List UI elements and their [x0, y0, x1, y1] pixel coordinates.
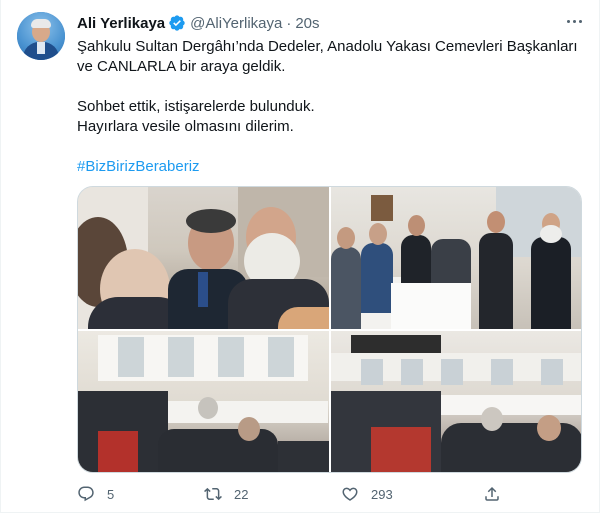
share-button[interactable] — [483, 484, 501, 504]
like-button[interactable]: 293 — [341, 484, 393, 504]
tweet-photo-3[interactable] — [78, 331, 329, 472]
retweet-button[interactable]: 22 — [204, 484, 248, 504]
tweet-photo-4[interactable] — [331, 331, 581, 472]
tweet-timestamp[interactable]: 20s — [295, 15, 319, 32]
verified-badge-icon — [169, 15, 185, 31]
reply-button[interactable]: 5 — [77, 484, 114, 504]
like-count: 293 — [371, 486, 393, 502]
retweet-icon — [204, 487, 222, 501]
author-name[interactable]: Ali Yerlikaya — [77, 15, 165, 32]
tweet-photo-1[interactable] — [78, 187, 329, 329]
tweet-text-line: Sohbet ettik, istişarelerde bulunduk. — [77, 98, 315, 115]
media-grid — [77, 186, 582, 473]
tweet-photo-2[interactable] — [331, 187, 581, 329]
tweet-text-line: ve CANLARLA bir araya geldik. — [77, 58, 286, 75]
author-avatar[interactable] — [17, 12, 65, 60]
share-icon — [485, 486, 499, 501]
reply-icon — [78, 486, 94, 502]
like-icon — [342, 487, 358, 501]
separator-dot: · — [286, 14, 292, 32]
tweet-text-line: Şahkulu Sultan Dergâhı’nda Dedeler, Anad… — [77, 38, 578, 55]
author-handle[interactable]: @AliYerlikaya — [190, 15, 282, 32]
reply-count: 5 — [107, 486, 115, 502]
retweet-count: 22 — [234, 486, 249, 502]
tweet-text-line: Hayırlara vesile olmasını dilerim. — [77, 118, 294, 135]
more-dots-icon[interactable] — [563, 12, 585, 30]
tweet-text: Şahkulu Sultan Dergâhı’nda Dedeler, Anad… — [77, 37, 587, 177]
tweet-actions: 5 22 293 — [77, 484, 582, 504]
tweet-card[interactable]: Ali Yerlikaya @AliYerlikaya · 20s Şahkul… — [0, 0, 600, 513]
tweet-header: Ali Yerlikaya @AliYerlikaya · 20s — [77, 13, 320, 33]
hashtag-link[interactable]: #BizBirizBeraberiz — [77, 158, 200, 175]
